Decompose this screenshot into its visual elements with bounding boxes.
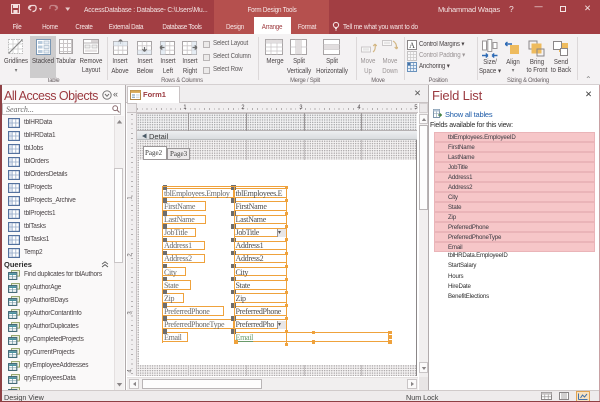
svg-text:A: A bbox=[409, 41, 415, 50]
